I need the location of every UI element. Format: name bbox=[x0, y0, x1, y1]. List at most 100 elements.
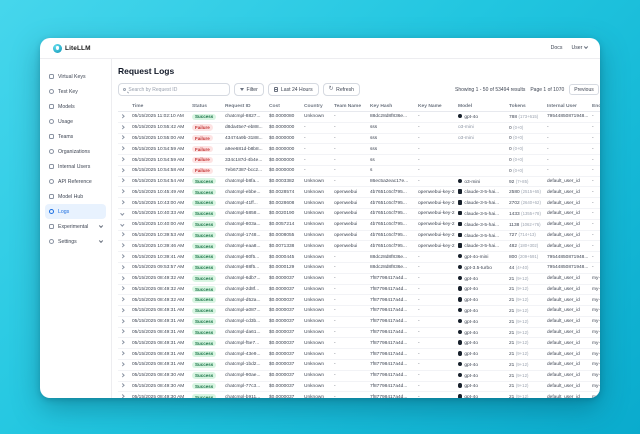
cost-cell: $0.0000037 bbox=[266, 349, 301, 360]
table-row[interactable]: 05/15/2025 10:39:41 AMSuccesschatcmpl-80… bbox=[118, 252, 600, 263]
internal-user-cell: default_user_id bbox=[544, 381, 589, 392]
table-row[interactable]: 05/15/2025 08:49:31 AMSuccesschatcmpl-da… bbox=[118, 327, 600, 338]
table-row[interactable]: 05/15/2025 10:39:53 AMSuccesschatcmpl-17… bbox=[118, 230, 600, 241]
table-row[interactable]: 05/15/2025 08:49:31 AMSuccesschatcmpl-1b… bbox=[118, 359, 600, 370]
table-row[interactable]: 05/15/2025 10:45:49 AMSuccesschatcmpl-eb… bbox=[118, 187, 600, 198]
chevron-right-icon[interactable] bbox=[120, 362, 124, 366]
chevron-right-icon[interactable] bbox=[120, 384, 124, 388]
country-cell: Unknown bbox=[301, 219, 331, 230]
sidebar-item-api-reference[interactable]: API Reference bbox=[45, 174, 106, 189]
chevron-right-icon[interactable] bbox=[120, 179, 124, 183]
internal-user-cell: default_user_id bbox=[544, 359, 589, 370]
refresh-button[interactable]: ↻ Refresh bbox=[323, 83, 360, 96]
chevron-right-icon[interactable] bbox=[120, 276, 124, 280]
sidebar-item-virtual-keys[interactable]: Virtual Keys bbox=[45, 69, 106, 84]
table-row[interactable]: 05/15/2025 10:40:33 AMSuccesschatcmpl-58… bbox=[118, 209, 600, 220]
chevron-right-icon[interactable] bbox=[120, 308, 124, 312]
column-header-status: Status bbox=[189, 101, 222, 112]
key-hash-cell: 7f87798417a4d... bbox=[367, 349, 415, 360]
sidebar-item-logs[interactable]: Logs bbox=[45, 204, 106, 219]
key-name-cell: - bbox=[415, 338, 455, 349]
search-box[interactable] bbox=[118, 83, 230, 96]
chevron-right-icon[interactable] bbox=[120, 330, 124, 334]
chevron-right-icon[interactable] bbox=[120, 319, 124, 323]
sidebar-item-models[interactable]: Models bbox=[45, 99, 106, 114]
chevron-right-icon[interactable] bbox=[120, 190, 124, 194]
request-id-cell: chatcmpl-b911... bbox=[222, 392, 266, 398]
user-menu[interactable]: User bbox=[571, 45, 587, 51]
chevron-right-icon[interactable] bbox=[120, 233, 124, 237]
chevron-right-icon[interactable] bbox=[120, 254, 124, 258]
chevron-right-icon[interactable] bbox=[120, 287, 124, 291]
litellm-logo[interactable]: LiteLLM bbox=[53, 44, 91, 53]
table-row[interactable]: 05/15/2025 08:49:31 AMSuccesschatcmpl-f5… bbox=[118, 338, 600, 349]
filter-button[interactable]: Filter bbox=[234, 83, 264, 96]
table-row[interactable]: 05/15/2025 08:49:31 AMSuccesschatcmpl-43… bbox=[118, 349, 600, 360]
table-row[interactable]: 05/15/2025 08:49:30 AMSuccesschatcmpl-b9… bbox=[118, 392, 600, 398]
table-row[interactable]: 05/15/2025 10:54:59 AMFailure334c187d-4b… bbox=[118, 155, 600, 166]
row-expand-cell bbox=[118, 381, 129, 392]
table-row[interactable]: 05/15/2025 08:49:32 AMSuccesschatcmpl-6d… bbox=[118, 273, 600, 284]
table-row[interactable]: 05/15/2025 10:39:46 AMSuccesschatcmpl-ea… bbox=[118, 241, 600, 252]
tokens-breakdown: (7+85) bbox=[516, 179, 529, 184]
sidebar-item-settings[interactable]: Settings bbox=[45, 234, 106, 249]
request-id-cell: chatcmpl-90ae... bbox=[222, 370, 266, 381]
status-badge: Success bbox=[192, 114, 216, 120]
chevron-right-icon[interactable] bbox=[120, 341, 124, 345]
end-user-cell: my-new-end-user-1 bbox=[589, 295, 600, 306]
openai-icon bbox=[458, 286, 462, 290]
table-row[interactable]: 05/15/2025 08:49:31 AMSuccesschatcmpl-a0… bbox=[118, 306, 600, 317]
table-row[interactable]: 05/15/2025 08:49:32 AMSuccesschatcmpl-2d… bbox=[118, 284, 600, 295]
chevron-down-icon[interactable] bbox=[120, 222, 124, 226]
table-row[interactable]: 05/15/2025 08:49:32 AMSuccesschatcmpl-d5… bbox=[118, 295, 600, 306]
table-row[interactable]: 05/15/2025 11:02:10 AMSuccesschatcmpl-88… bbox=[118, 112, 600, 123]
chevron-right-icon[interactable] bbox=[120, 157, 124, 161]
status-cell: Success bbox=[189, 306, 222, 317]
chevron-right-icon[interactable] bbox=[120, 373, 124, 377]
table-row[interactable]: 05/15/2025 10:54:59 AMFailurea9ee681d-b8… bbox=[118, 144, 600, 155]
chevron-right-icon[interactable] bbox=[120, 136, 124, 140]
table-row[interactable]: 05/15/2025 10:54:54 AMSuccesschatcmpl-b8… bbox=[118, 176, 600, 187]
chevron-right-icon[interactable] bbox=[120, 114, 124, 118]
internal-user-cell: default_user_id bbox=[544, 176, 589, 187]
table-row[interactable]: 05/15/2025 08:49:30 AMSuccesschatcmpl-77… bbox=[118, 381, 600, 392]
chevron-right-icon[interactable] bbox=[120, 147, 124, 151]
time-cell: 05/15/2025 08:49:31 AM bbox=[129, 349, 189, 360]
chevron-down-icon[interactable] bbox=[120, 211, 124, 215]
previous-button[interactable]: Previous bbox=[569, 84, 598, 95]
sidebar-item-test-key[interactable]: Test Key bbox=[45, 84, 106, 99]
chevron-right-icon[interactable] bbox=[120, 395, 124, 398]
tokens-breakdown: (209+591) bbox=[519, 254, 539, 259]
table-row[interactable]: 05/15/2025 10:40:00 AMSuccesschatcmpl-80… bbox=[118, 219, 600, 230]
sidebar-item-usage[interactable]: Usage bbox=[45, 114, 106, 129]
table-row[interactable]: 05/15/2025 10:55:00 AMFailure43474a9b-31… bbox=[118, 133, 600, 144]
chevron-right-icon[interactable] bbox=[120, 125, 124, 129]
table-row[interactable]: 05/15/2025 08:49:30 AMSuccesschatcmpl-90… bbox=[118, 370, 600, 381]
sidebar-item-organizations[interactable]: Organizations bbox=[45, 144, 106, 159]
chevron-right-icon[interactable] bbox=[120, 201, 124, 205]
key-icon bbox=[49, 74, 54, 79]
table-row[interactable]: 05/15/2025 09:53:57 AMSuccesschatcmpl-88… bbox=[118, 262, 600, 273]
status-badge: Success bbox=[192, 232, 216, 238]
table-row[interactable]: 05/15/2025 10:54:58 AMFailure7eb67387-bc… bbox=[118, 165, 600, 176]
sidebar-item-teams[interactable]: Teams bbox=[45, 129, 106, 144]
search-input[interactable] bbox=[128, 87, 225, 93]
tokens-total: 2580 bbox=[509, 190, 520, 195]
chevron-right-icon[interactable] bbox=[120, 244, 124, 248]
status-badge: Failure bbox=[192, 157, 213, 163]
sidebar-item-internal-users[interactable]: Internal Users bbox=[45, 159, 106, 174]
table-row[interactable]: 05/15/2025 08:49:31 AMSuccesschatcmpl-cd… bbox=[118, 316, 600, 327]
table-row[interactable]: 05/15/2025 10:43:00 AMSuccesschatcmpl-41… bbox=[118, 198, 600, 209]
sidebar-item-model-hub[interactable]: Model Hub bbox=[45, 189, 106, 204]
tokens-total: 1138 bbox=[509, 223, 519, 228]
chevron-right-icon[interactable] bbox=[120, 298, 124, 302]
time-range-button[interactable]: Last 24 Hours bbox=[268, 83, 319, 96]
tokens-breakdown: (9+12) bbox=[516, 297, 529, 302]
chevron-right-icon[interactable] bbox=[120, 351, 124, 355]
chevron-right-icon[interactable] bbox=[120, 265, 124, 269]
table-row[interactable]: 05/15/2025 10:55:42 AMFailured8da45e7-eb… bbox=[118, 122, 600, 133]
chevron-right-icon[interactable] bbox=[120, 168, 124, 172]
sidebar-item-experimental[interactable]: Experimental bbox=[45, 219, 106, 234]
docs-link[interactable]: Docs bbox=[551, 45, 563, 51]
end-user-cell: - bbox=[589, 112, 600, 123]
